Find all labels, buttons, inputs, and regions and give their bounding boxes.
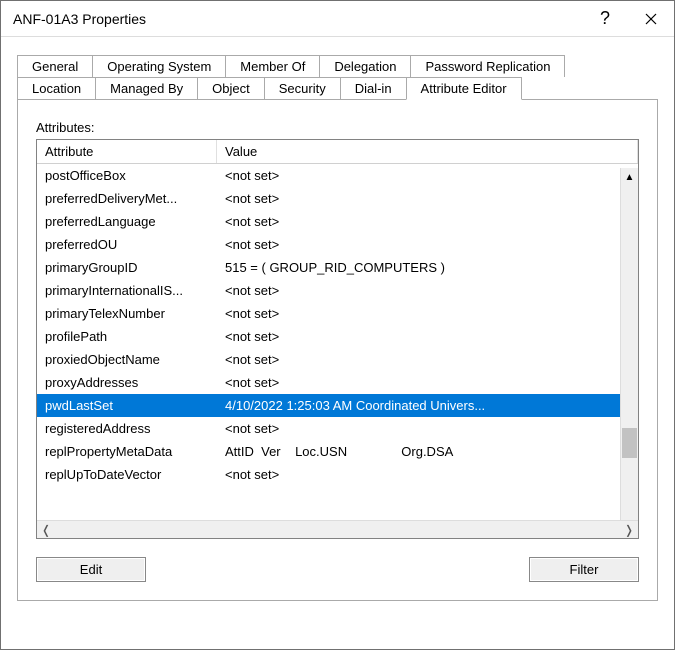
attribute-name: proxyAddresses <box>37 373 217 392</box>
tab-security[interactable]: Security <box>264 77 341 100</box>
attribute-name: primaryTelexNumber <box>37 304 217 323</box>
scroll-left-arrow-icon[interactable]: ❬ <box>41 523 51 537</box>
attribute-name: preferredLanguage <box>37 212 217 231</box>
attribute-name: registeredAddress <box>37 419 217 438</box>
table-row[interactable]: registeredAddress<not set> <box>37 417 638 440</box>
attribute-name: primaryInternationalIS... <box>37 281 217 300</box>
properties-window: ANF-01A3 Properties ? General Operating … <box>0 0 675 650</box>
table-row[interactable]: preferredDeliveryMet...<not set> <box>37 187 638 210</box>
table-row[interactable]: replPropertyMetaDataAttID Ver Loc.USN Or… <box>37 440 638 463</box>
help-button[interactable]: ? <box>582 1 628 37</box>
table-row[interactable]: primaryTelexNumber<not set> <box>37 302 638 325</box>
attribute-value: 4/10/2022 1:25:03 AM Coordinated Univers… <box>217 396 638 415</box>
tab-general[interactable]: General <box>17 55 93 77</box>
tab-row-1: General Operating System Member Of Deleg… <box>17 55 658 77</box>
table-row[interactable]: replUpToDateVector<not set> <box>37 463 638 486</box>
vertical-scrollbar-thumb[interactable] <box>622 428 637 458</box>
table-row[interactable]: proxiedObjectName<not set> <box>37 348 638 371</box>
attribute-value: <not set> <box>217 281 638 300</box>
window-title: ANF-01A3 Properties <box>13 11 582 27</box>
attribute-name: primaryGroupID <box>37 258 217 277</box>
tab-operating-system[interactable]: Operating System <box>92 55 226 77</box>
attribute-name: profilePath <box>37 327 217 346</box>
column-value[interactable]: Value <box>217 140 638 163</box>
tab-managed-by[interactable]: Managed By <box>95 77 198 100</box>
attribute-name: pwdLastSet <box>37 396 217 415</box>
content-area: General Operating System Member Of Deleg… <box>1 37 674 649</box>
attribute-value: <not set> <box>217 465 638 484</box>
close-icon <box>645 13 657 25</box>
titlebar: ANF-01A3 Properties ? <box>1 1 674 37</box>
attribute-name: replPropertyMetaData <box>37 442 217 461</box>
table-row[interactable]: proxyAddresses<not set> <box>37 371 638 394</box>
table-row[interactable]: primaryGroupID515 = ( GROUP_RID_COMPUTER… <box>37 256 638 279</box>
scroll-right-arrow-icon[interactable]: ❭ <box>624 523 634 537</box>
tab-strip: General Operating System Member Of Deleg… <box>17 55 658 601</box>
attributes-label: Attributes: <box>36 120 639 135</box>
attribute-value: <not set> <box>217 166 638 185</box>
attribute-value: <not set> <box>217 189 638 208</box>
tab-attribute-editor[interactable]: Attribute Editor <box>406 77 522 100</box>
attribute-value: <not set> <box>217 350 638 369</box>
filter-button[interactable]: Filter <box>529 557 639 582</box>
attribute-value: <not set> <box>217 419 638 438</box>
attribute-value: <not set> <box>217 235 638 254</box>
attribute-name: preferredDeliveryMet... <box>37 189 217 208</box>
tab-dial-in[interactable]: Dial-in <box>340 77 407 100</box>
attribute-name: postOfficeBox <box>37 166 217 185</box>
attribute-name: proxiedObjectName <box>37 350 217 369</box>
tab-member-of[interactable]: Member Of <box>225 55 320 77</box>
tab-password-replication[interactable]: Password Replication <box>410 55 565 77</box>
listview-header: Attribute Value <box>37 140 638 164</box>
tab-delegation[interactable]: Delegation <box>319 55 411 77</box>
listview-body: postOfficeBox<not set>preferredDeliveryM… <box>37 164 638 486</box>
table-row[interactable]: postOfficeBox<not set> <box>37 164 638 187</box>
attribute-value: <not set> <box>217 327 638 346</box>
attribute-value: 515 = ( GROUP_RID_COMPUTERS ) <box>217 258 638 277</box>
edit-button[interactable]: Edit <box>36 557 146 582</box>
scroll-up-arrow-icon[interactable]: ▲ <box>621 168 638 186</box>
attributes-listview[interactable]: Attribute Value postOfficeBox<not set>pr… <box>36 139 639 539</box>
button-row: Edit Filter <box>36 557 639 582</box>
listview-inner: Attribute Value postOfficeBox<not set>pr… <box>37 140 638 520</box>
attribute-name: replUpToDateVector <box>37 465 217 484</box>
close-button[interactable] <box>628 1 674 37</box>
tab-object[interactable]: Object <box>197 77 265 100</box>
table-row[interactable]: preferredLanguage<not set> <box>37 210 638 233</box>
attribute-value: <not set> <box>217 212 638 231</box>
attribute-value: AttID Ver Loc.USN Org.DSA <box>217 442 638 461</box>
table-row[interactable]: primaryInternationalIS...<not set> <box>37 279 638 302</box>
attribute-value: <not set> <box>217 373 638 392</box>
attribute-name: preferredOU <box>37 235 217 254</box>
tab-location[interactable]: Location <box>17 77 96 100</box>
column-attribute[interactable]: Attribute <box>37 140 217 163</box>
attribute-value: <not set> <box>217 304 638 323</box>
table-row[interactable]: profilePath<not set> <box>37 325 638 348</box>
vertical-scrollbar[interactable]: ▲ <box>620 168 638 520</box>
tab-row-2: Location Managed By Object Security Dial… <box>17 77 658 100</box>
table-row[interactable]: pwdLastSet4/10/2022 1:25:03 AM Coordinat… <box>37 394 638 417</box>
horizontal-scrollbar[interactable]: ❬ ❭ <box>37 520 638 538</box>
tab-panel-attribute-editor: Attributes: Attribute Value postOfficeBo… <box>17 99 658 601</box>
table-row[interactable]: preferredOU<not set> <box>37 233 638 256</box>
